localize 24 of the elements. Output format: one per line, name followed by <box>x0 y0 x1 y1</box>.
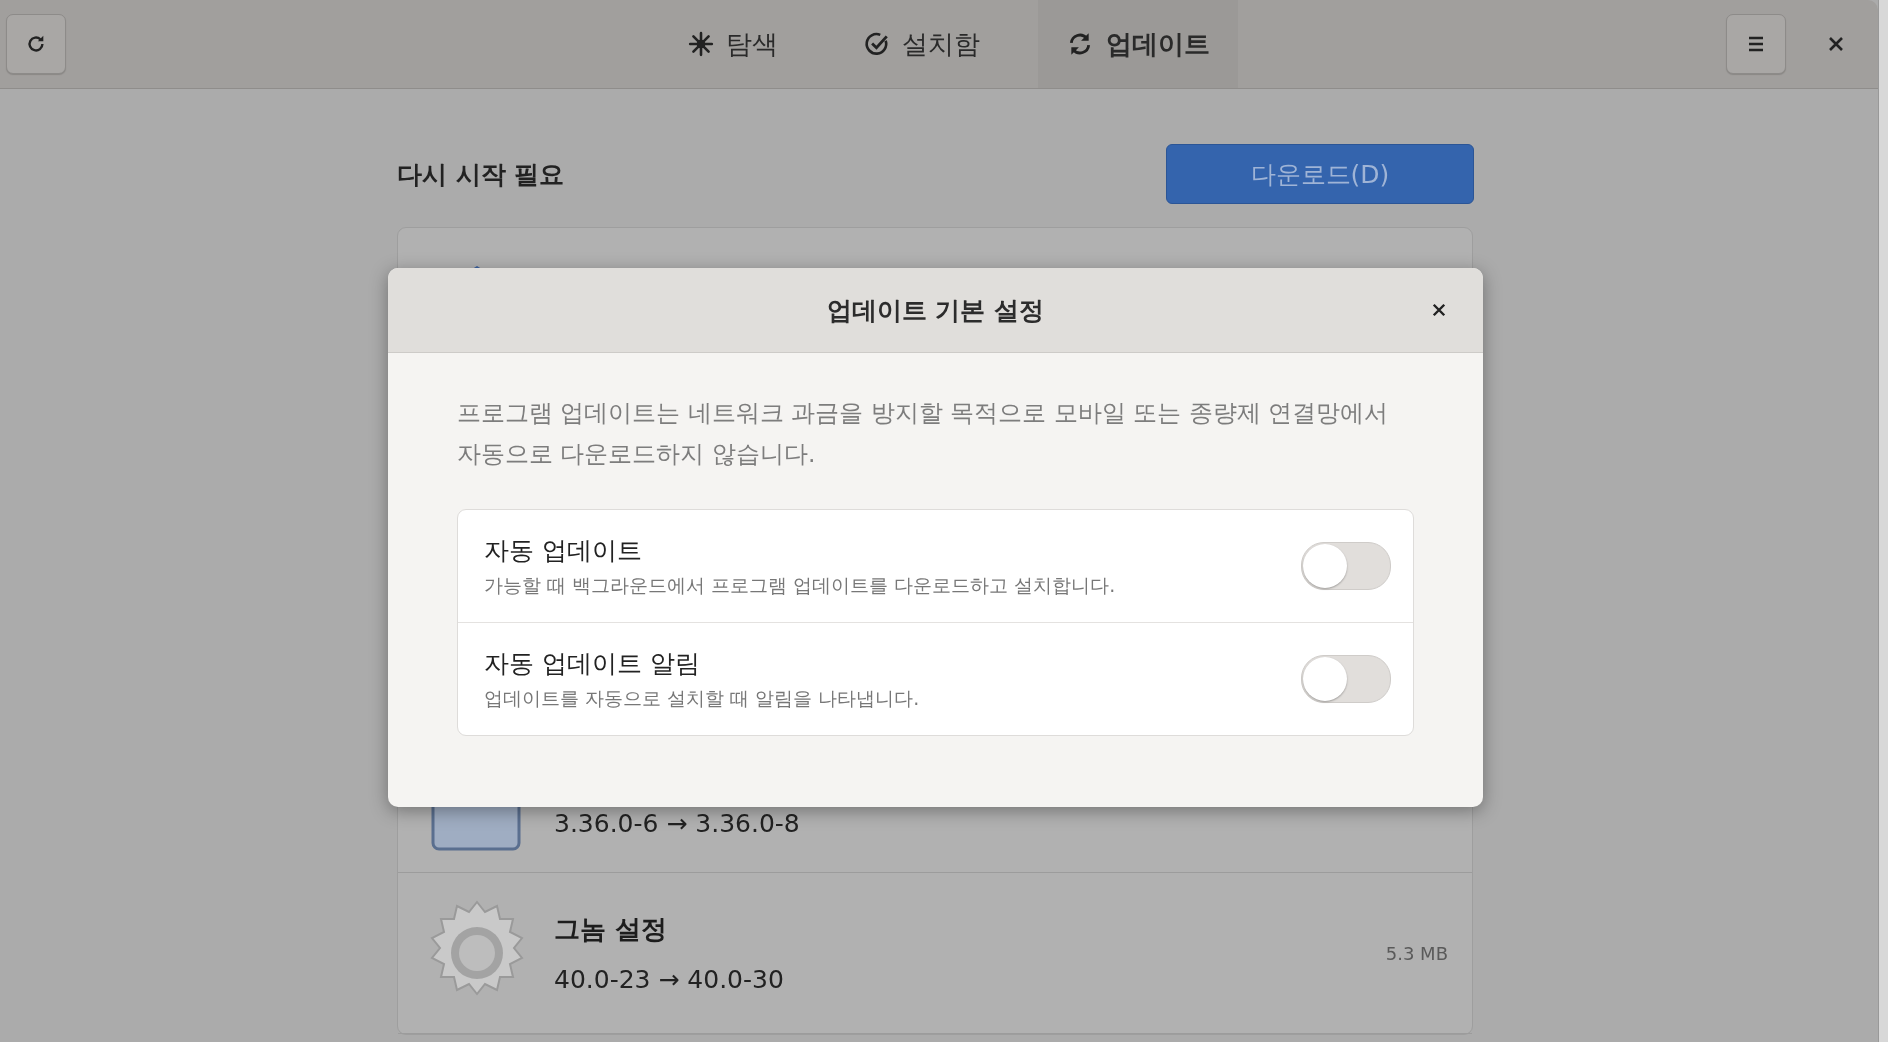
version-text: 3.36.0-6 → 3.36.0-8 <box>554 809 800 838</box>
app-name: 그놈 설정 <box>554 913 669 946</box>
refresh-button[interactable] <box>6 14 66 74</box>
dialog-title: 업데이트 기본 설정 <box>826 294 1045 327</box>
close-icon <box>1828 36 1844 52</box>
option-title: 자동 업데이트 알림 <box>484 647 701 680</box>
option-title: 자동 업데이트 <box>484 534 643 567</box>
download-button[interactable]: 다운로드(D) <box>1166 144 1474 204</box>
toggle-switch[interactable] <box>1301 655 1391 703</box>
option-description: 업데이트를 자동으로 설치할 때 알림을 나타냅니다. <box>484 685 920 711</box>
description-text: 프로그램 업데이트는 네트워크 과금을 방지할 목적으로 모바일 또는 종량제 연결망에서 자동으로 다운로드하지 않습니다. <box>457 398 1390 470</box>
menu-button[interactable] <box>1726 14 1786 74</box>
sparkle-icon <box>688 31 714 57</box>
download-size: 5.3 MB <box>1385 942 1448 964</box>
close-icon <box>1432 303 1446 317</box>
tab[interactable]: 설치함 <box>836 0 1008 88</box>
menu-icon <box>1747 35 1765 53</box>
tab[interactable]: 업데이트 <box>1038 0 1238 88</box>
option-description: 가능할 때 백그라운드에서 프로그램 업데이트를 다운로드하고 설치합니다. <box>484 572 1116 598</box>
version-text: 40.0-23 → 40.0-30 <box>554 965 784 994</box>
section-title: 다시 시작 필요 <box>397 158 565 191</box>
check-circle-icon <box>864 31 890 57</box>
tab[interactable]: 탐색 <box>660 0 806 88</box>
toggle-switch[interactable] <box>1301 542 1391 590</box>
